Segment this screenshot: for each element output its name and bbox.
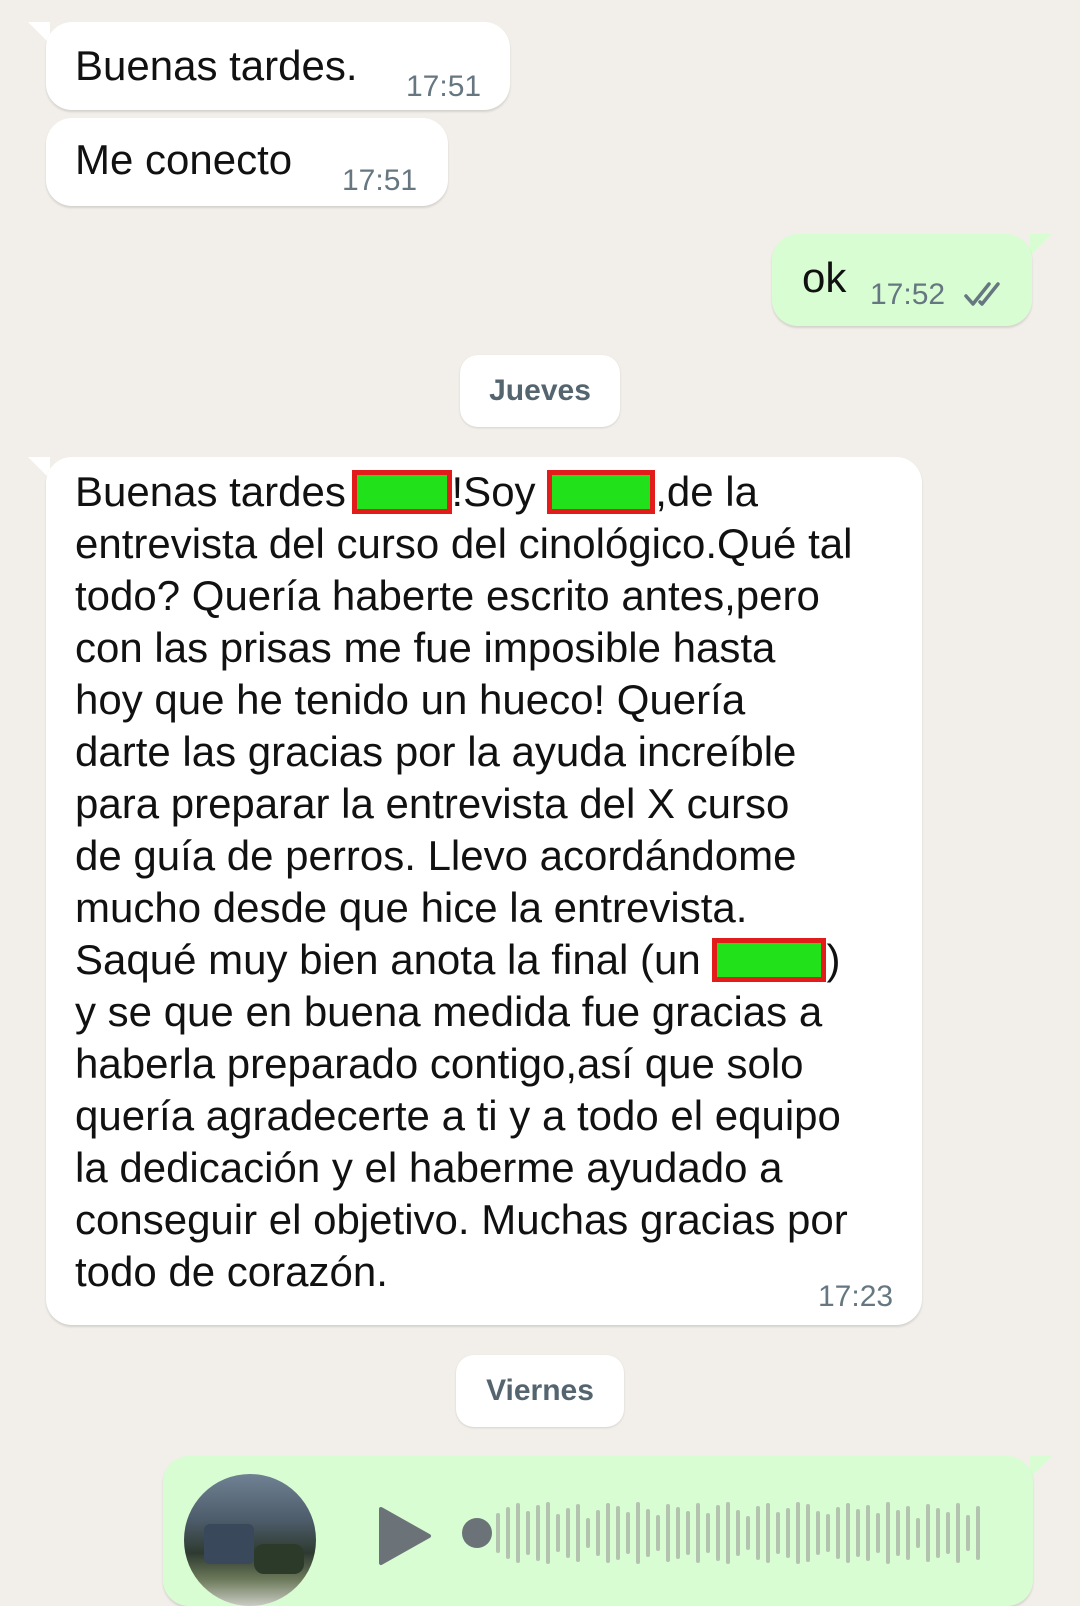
waveform-bar <box>846 1503 850 1563</box>
message-line: hoy que he tenido un hueco! Quería <box>75 676 746 723</box>
waveform-bar <box>636 1502 640 1564</box>
message-line: todo? Quería haberte escrito antes,pero <box>75 572 820 619</box>
waveform-bar <box>656 1515 660 1551</box>
waveform-bar <box>596 1510 600 1556</box>
waveform-bar <box>716 1505 720 1561</box>
waveform-bar <box>686 1511 690 1555</box>
voice-waveform[interactable] <box>460 1493 990 1573</box>
avatar-detail <box>204 1524 254 1564</box>
message-line: Saqué muy bien anota la final (un ) <box>75 934 852 986</box>
waveform-bar <box>876 1513 880 1553</box>
message-line: entrevista del curso del cinológico.Qué … <box>75 520 853 567</box>
message-line: de guía de perros. Llevo acordándome <box>75 832 797 879</box>
waveform-bar <box>586 1518 590 1548</box>
waveform-bar <box>816 1511 820 1555</box>
waveform-bar <box>836 1507 840 1559</box>
waveform-bar <box>546 1502 550 1564</box>
message-line: para preparar la entrevista del X curso <box>75 780 790 827</box>
waveform-bar <box>526 1511 530 1555</box>
waveform-bar <box>516 1503 520 1563</box>
message-line: haberla preparado contigo,así que solo <box>75 1040 804 1087</box>
message-fragment: !Soy <box>451 468 548 515</box>
bubble-tail <box>1030 234 1052 256</box>
waveform-bar <box>906 1506 910 1560</box>
message-bubble-outgoing[interactable]: ok 17:52 <box>772 234 1032 326</box>
waveform-bar <box>726 1502 730 1564</box>
message-line: y se que en buena medida fue gracias a <box>75 988 823 1035</box>
message-line: con las prisas me fue imposible hasta <box>75 624 776 671</box>
waveform-bar <box>896 1510 900 1556</box>
waveform-bar <box>776 1512 780 1554</box>
message-fragment: Buenas tardes <box>75 468 358 515</box>
message-line: todo de corazón. <box>75 1248 388 1295</box>
message-fragment: Saqué muy bien anota la final (un <box>75 936 713 983</box>
waveform-bar <box>916 1518 920 1548</box>
waveform-bar <box>536 1505 540 1561</box>
day-separator: Jueves <box>460 355 620 427</box>
waveform-bar <box>866 1505 870 1561</box>
waveform-bar <box>666 1504 670 1562</box>
waveform-bar <box>616 1506 620 1560</box>
message-fragment: ,de la <box>655 468 758 515</box>
message-time: 17:51 <box>406 70 482 103</box>
message-line: mucho desde que hice la entrevista. <box>75 884 748 931</box>
message-bubble-incoming[interactable]: Buenas tardes. 17:51 <box>46 22 510 110</box>
message-line: conseguir el objetivo. Muchas gracias po… <box>75 1196 848 1243</box>
waveform-bar <box>566 1508 570 1558</box>
redaction-box <box>712 938 827 982</box>
redaction-box <box>547 470 656 514</box>
message-time: 17:51 <box>342 164 418 197</box>
message-line: la dedicación y el haberme ayudado a <box>75 1144 783 1191</box>
waveform-bar <box>886 1502 890 1564</box>
waveform-bar <box>626 1512 630 1554</box>
redaction-box <box>351 470 452 514</box>
double-check-icon <box>964 282 1000 306</box>
message-bubble-incoming[interactable]: Me conecto 17:51 <box>46 118 448 206</box>
waveform-bar <box>576 1504 580 1562</box>
day-separator: Viernes <box>456 1355 624 1427</box>
play-icon[interactable] <box>377 1505 433 1567</box>
avatar-detail <box>254 1544 304 1574</box>
waveform-bar <box>506 1507 510 1559</box>
waveform-bar <box>706 1513 710 1553</box>
waveform-bar <box>796 1502 800 1564</box>
waveform-bar <box>696 1503 700 1563</box>
waveform-bar <box>606 1503 610 1563</box>
waveform-bar <box>966 1515 970 1551</box>
message-text: ok <box>802 254 847 301</box>
message-time: 17:52 <box>870 278 946 311</box>
waveform-bar <box>936 1508 940 1558</box>
waveform-bar <box>926 1504 930 1562</box>
waveform-position-dot[interactable] <box>462 1518 492 1548</box>
waveform-bar <box>806 1504 810 1562</box>
waveform-bar <box>766 1503 770 1563</box>
message-time: 17:23 <box>818 1280 894 1313</box>
long-message-text: Buenas tardes !Soy ,de la entrevista del… <box>75 466 852 1298</box>
waveform-bar <box>736 1510 740 1556</box>
waveform-bar <box>976 1506 980 1560</box>
waveform-bar <box>746 1516 750 1550</box>
message-text: Buenas tardes. <box>75 42 358 89</box>
waveform-bar <box>756 1506 760 1560</box>
bubble-tail <box>1030 1456 1052 1478</box>
waveform-bar <box>956 1503 960 1563</box>
avatar <box>184 1474 316 1606</box>
waveform-bar <box>556 1514 560 1552</box>
waveform-bar <box>826 1514 830 1552</box>
waveform-bar <box>786 1508 790 1558</box>
waveform-bar <box>856 1509 860 1557</box>
message-fragment: ) <box>826 936 841 983</box>
message-line: Buenas tardes !Soy ,de la <box>75 466 852 518</box>
message-text: Me conecto <box>75 136 293 183</box>
waveform-bar <box>496 1513 500 1553</box>
waveform-bar <box>676 1507 680 1559</box>
waveform-bar <box>646 1509 650 1557</box>
waveform-bar <box>946 1512 950 1554</box>
message-line: darte las gracias por la ayuda increíble <box>75 728 797 775</box>
message-line: quería agradecerte a ti y a todo el equi… <box>75 1092 841 1139</box>
